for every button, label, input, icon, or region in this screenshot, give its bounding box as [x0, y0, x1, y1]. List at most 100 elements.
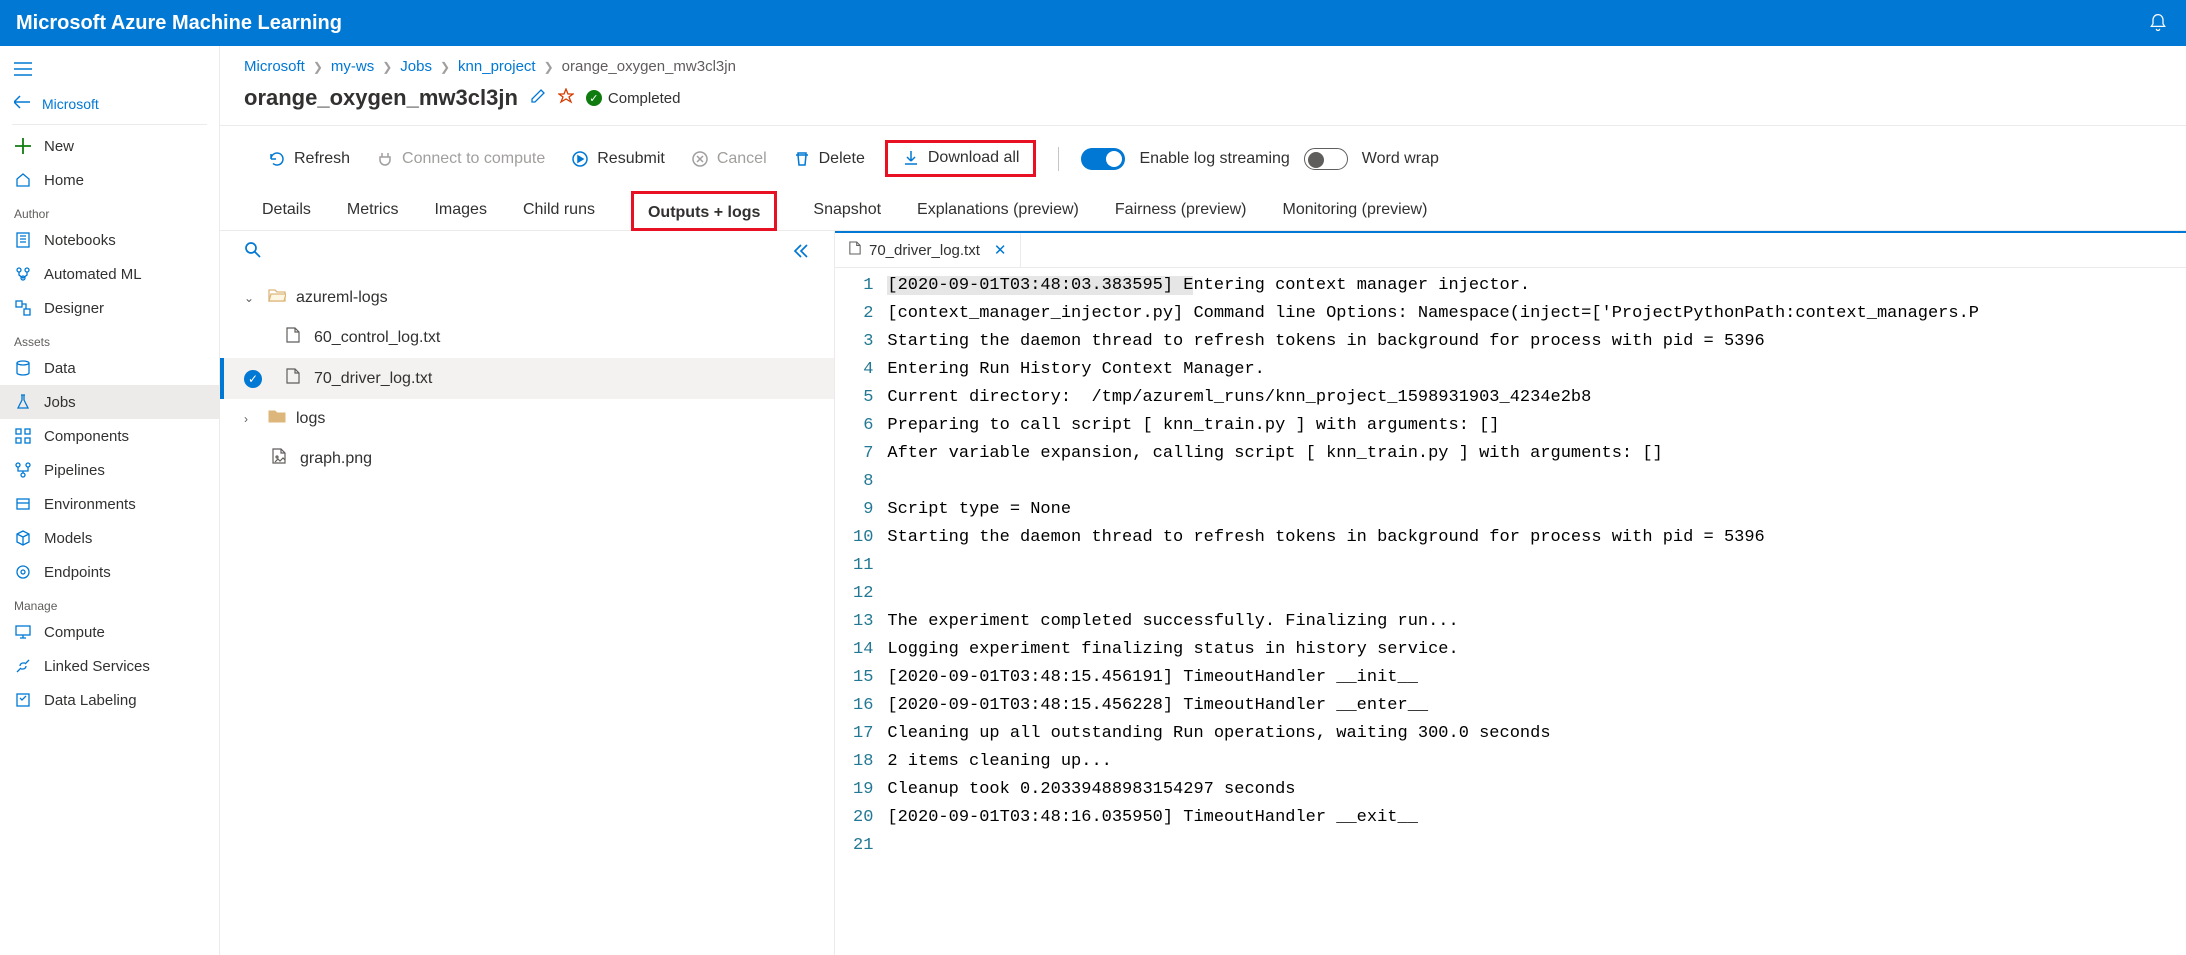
endpoints-icon	[14, 563, 32, 581]
connect-compute-button: Connect to compute	[370, 146, 551, 172]
log-streaming-label: Enable log streaming	[1139, 150, 1289, 168]
tree-file-graph-png[interactable]: graph.png	[220, 438, 834, 479]
nav-new[interactable]: New	[0, 129, 219, 163]
check-icon: ✓	[244, 370, 262, 388]
tab-images[interactable]: Images	[434, 191, 486, 230]
line-numbers: 123456789101112131415161718192021	[835, 268, 887, 955]
nav-compute[interactable]: Compute	[0, 615, 219, 649]
nav-home[interactable]: Home	[0, 163, 219, 197]
left-navigation: Microsoft New Home Author Notebooks Auto…	[0, 46, 220, 955]
nav-pipelines[interactable]: Pipelines	[0, 453, 219, 487]
breadcrumb-link[interactable]: knn_project	[458, 58, 536, 75]
chevron-right-icon: ❯	[544, 60, 554, 74]
tab-details[interactable]: Details	[262, 191, 311, 230]
tab-monitoring[interactable]: Monitoring (preview)	[1282, 191, 1427, 230]
breadcrumb-link[interactable]: Jobs	[400, 58, 432, 75]
tree-file-70-driver-log[interactable]: ✓ 70_driver_log.txt	[220, 358, 834, 399]
app-title: Microsoft Azure Machine Learning	[16, 12, 2146, 35]
tab-metrics[interactable]: Metrics	[347, 191, 399, 230]
word-wrap-toggle[interactable]	[1304, 148, 1348, 170]
nav-environments[interactable]: Environments	[0, 487, 219, 521]
nav-data-labeling[interactable]: Data Labeling	[0, 683, 219, 717]
nav-notebooks[interactable]: Notebooks	[0, 223, 219, 257]
nav-endpoints[interactable]: Endpoints	[0, 555, 219, 589]
status-badge: ✓ Completed	[586, 90, 681, 107]
automl-icon	[14, 265, 32, 283]
nav-section-manage: Manage	[0, 589, 219, 615]
nav-designer[interactable]: Designer	[0, 291, 219, 325]
favorite-icon[interactable]	[558, 88, 574, 109]
back-label: Microsoft	[42, 96, 99, 112]
resubmit-button[interactable]: Resubmit	[565, 146, 671, 172]
folder-icon	[268, 409, 286, 428]
cancel-icon	[691, 150, 709, 168]
file-tree-panel: ⌄ azureml-logs 60_control_log.txt ✓ 70_d…	[220, 231, 835, 955]
collapse-panel-icon[interactable]	[792, 242, 810, 263]
page-title-row: orange_oxygen_mw3cl3jn ✓ Completed	[220, 85, 2186, 126]
plug-icon	[376, 150, 394, 168]
hamburger-icon[interactable]	[0, 54, 219, 87]
log-content[interactable]: [2020-09-01T03:48:03.383595] Entering co…	[887, 268, 1979, 955]
link-icon	[14, 657, 32, 675]
breadcrumb: Microsoft ❯ my-ws ❯ Jobs ❯ knn_project ❯ ora…	[220, 46, 2186, 85]
tab-explanations[interactable]: Explanations (preview)	[917, 191, 1079, 230]
download-icon	[902, 149, 920, 167]
back-button[interactable]: Microsoft	[0, 87, 219, 120]
nav-automl[interactable]: Automated ML	[0, 257, 219, 291]
nav-section-assets: Assets	[0, 325, 219, 351]
refresh-icon	[268, 150, 286, 168]
chevron-down-icon: ⌄	[244, 291, 258, 305]
check-circle-icon: ✓	[586, 90, 602, 106]
file-tree: ⌄ azureml-logs 60_control_log.txt ✓ 70_d…	[220, 274, 834, 483]
log-viewer: 70_driver_log.txt ✕ 12345678910111213141…	[835, 231, 2186, 955]
tab-fairness[interactable]: Fairness (preview)	[1115, 191, 1247, 230]
play-circle-icon	[571, 150, 589, 168]
nav-models[interactable]: Models	[0, 521, 219, 555]
nav-linked-services[interactable]: Linked Services	[0, 649, 219, 683]
tab-outputs-logs[interactable]: Outputs + logs	[631, 191, 777, 231]
flask-icon	[14, 393, 32, 411]
chevron-right-icon: ❯	[382, 60, 392, 74]
tab-snapshot[interactable]: Snapshot	[813, 191, 881, 230]
chevron-right-icon: ❯	[313, 60, 323, 74]
data-icon	[14, 359, 32, 377]
file-icon	[849, 241, 861, 259]
chevron-right-icon: ›	[244, 412, 258, 426]
file-icon	[286, 368, 304, 389]
nav-components[interactable]: Components	[0, 419, 219, 453]
editor-tab[interactable]: 70_driver_log.txt ✕	[835, 233, 1021, 267]
log-streaming-toggle[interactable]	[1081, 148, 1125, 170]
word-wrap-label: Word wrap	[1362, 150, 1439, 168]
designer-icon	[14, 299, 32, 317]
breadcrumb-link[interactable]: my-ws	[331, 58, 374, 75]
nav-section-author: Author	[0, 197, 219, 223]
breadcrumb-link[interactable]: Microsoft	[244, 58, 305, 75]
chevron-right-icon: ❯	[440, 60, 450, 74]
file-icon	[286, 327, 304, 348]
nav-data[interactable]: Data	[0, 351, 219, 385]
environments-icon	[14, 495, 32, 513]
delete-button[interactable]: Delete	[787, 146, 871, 172]
checklist-icon	[14, 691, 32, 709]
nav-jobs[interactable]: Jobs	[0, 385, 219, 419]
refresh-button[interactable]: Refresh	[262, 146, 356, 172]
notifications-icon[interactable]	[2146, 11, 2170, 35]
tree-folder-logs[interactable]: › logs	[220, 399, 834, 438]
folder-open-icon	[268, 288, 286, 307]
tab-bar: Details Metrics Images Child runs Output…	[220, 191, 2186, 231]
close-icon[interactable]: ✕	[994, 241, 1007, 259]
cancel-button: Cancel	[685, 146, 773, 172]
download-all-button[interactable]: Download all	[896, 145, 1026, 171]
home-icon	[14, 171, 32, 189]
toolbar: Refresh Connect to compute Resubmit Canc…	[220, 126, 2186, 191]
monitor-icon	[14, 623, 32, 641]
search-icon[interactable]	[244, 241, 262, 264]
pipelines-icon	[14, 461, 32, 479]
tree-folder-azureml-logs[interactable]: ⌄ azureml-logs	[220, 278, 834, 317]
highlight-download: Download all	[885, 140, 1037, 177]
tab-child-runs[interactable]: Child runs	[523, 191, 595, 230]
edit-icon[interactable]	[530, 88, 546, 109]
breadcrumb-current: orange_oxygen_mw3cl3jn	[562, 58, 736, 75]
tree-file-60-control-log[interactable]: 60_control_log.txt	[220, 317, 834, 358]
components-icon	[14, 427, 32, 445]
